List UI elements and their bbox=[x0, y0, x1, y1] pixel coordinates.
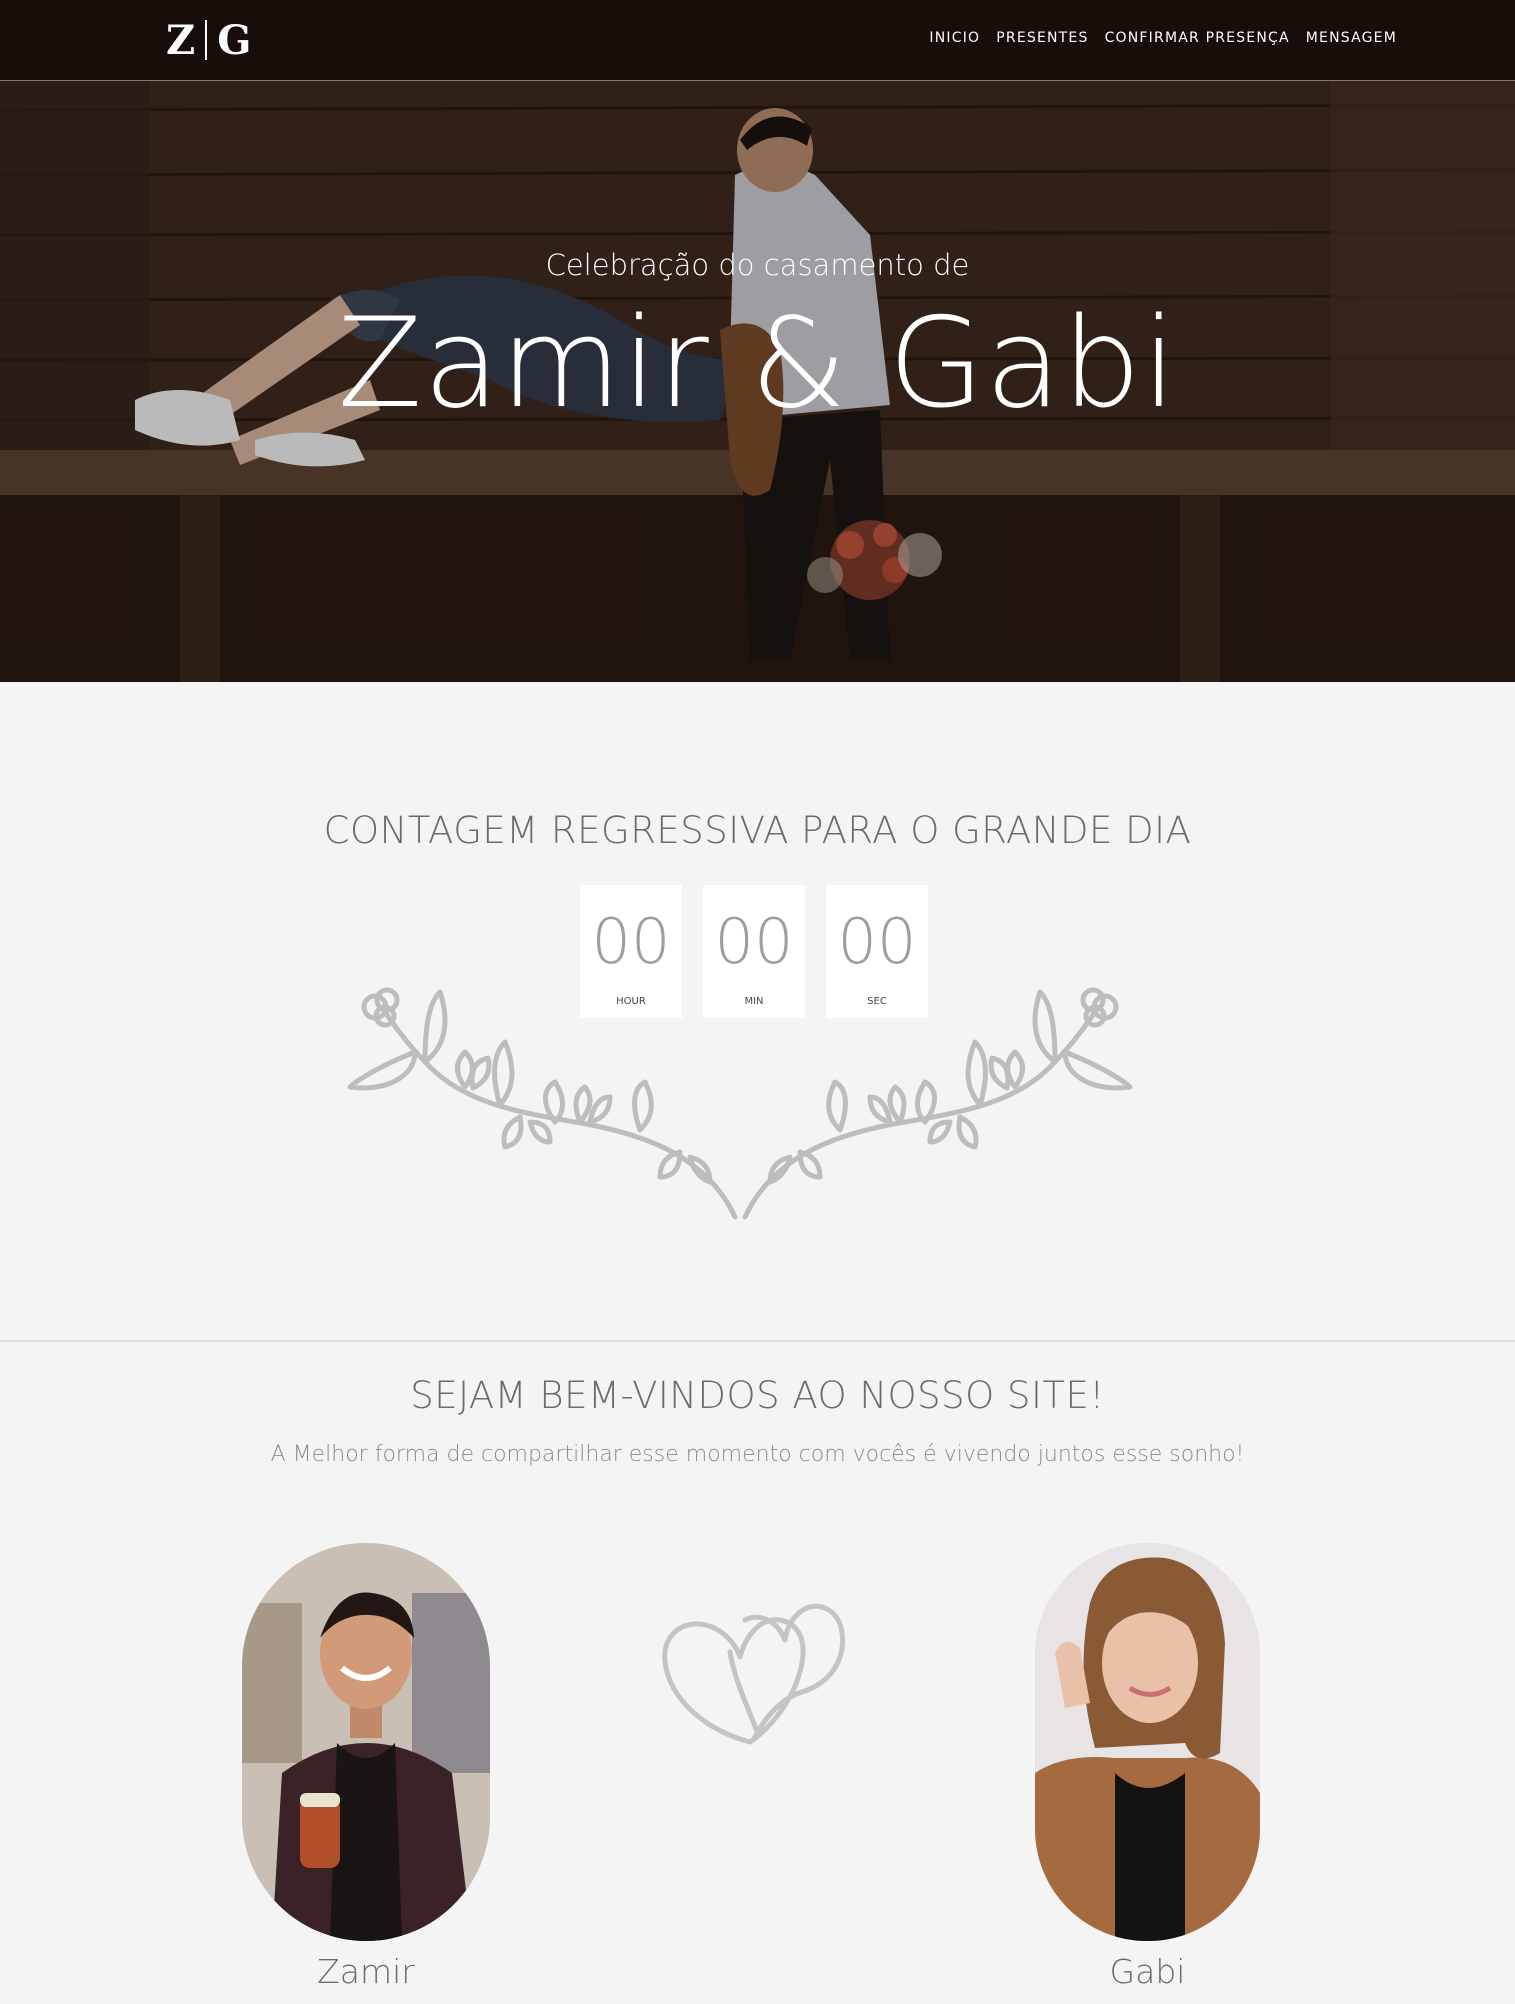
countdown-section: CONTAGEM REGRESSIVA PARA O GRANDE DIA 00… bbox=[0, 682, 1515, 1342]
main-nav: INICIO PRESENTES CONFIRMAR PRESENÇA MENS… bbox=[929, 30, 1397, 46]
groom-photo-image bbox=[242, 1543, 490, 1941]
nav-item-inicio[interactable]: INICIO bbox=[929, 30, 980, 46]
countdown-minutes-value: 00 bbox=[714, 905, 794, 978]
two-hearts-icon bbox=[662, 1603, 846, 1745]
nav-item-presentes[interactable]: PRESENTES bbox=[996, 30, 1088, 46]
welcome-title: SEJAM BEM-VINDOS AO NOSSO SITE! bbox=[410, 1374, 1105, 1417]
nav-item-confirmar-presenca[interactable]: CONFIRMAR PRESENÇA bbox=[1105, 30, 1290, 46]
hero-title: Zamir & Gabi bbox=[337, 292, 1178, 436]
floral-wreath-icon bbox=[347, 987, 1133, 1220]
hero-section: Z G INICIO PRESENTES CONFIRMAR PRESENÇA … bbox=[0, 0, 1515, 682]
top-navbar: Z G INICIO PRESENTES CONFIRMAR PRESENÇA … bbox=[0, 0, 1515, 81]
logo-divider bbox=[205, 20, 208, 60]
bride-photo bbox=[1035, 1543, 1260, 1941]
groom-name: Zamir bbox=[317, 1952, 415, 1991]
logo-letter-g: G bbox=[217, 16, 252, 64]
section-divider bbox=[0, 1340, 1515, 1342]
countdown-hours-value: 00 bbox=[591, 905, 671, 978]
nav-item-mensagem[interactable]: MENSAGEM bbox=[1306, 30, 1397, 46]
bride-photo-image bbox=[1035, 1543, 1260, 1941]
welcome-subtitle: A Melhor forma de compartilhar esse mome… bbox=[270, 1442, 1245, 1467]
hero-subtitle: Celebração do casamento de bbox=[545, 248, 970, 282]
countdown-seconds-value: 00 bbox=[837, 905, 917, 978]
site-logo[interactable]: Z G bbox=[166, 16, 252, 64]
logo-letter-z: Z bbox=[166, 16, 196, 64]
groom-photo bbox=[242, 1543, 490, 1941]
countdown-title: CONTAGEM REGRESSIVA PARA O GRANDE DIA bbox=[323, 809, 1192, 852]
bride-name: Gabi bbox=[1109, 1952, 1186, 1991]
